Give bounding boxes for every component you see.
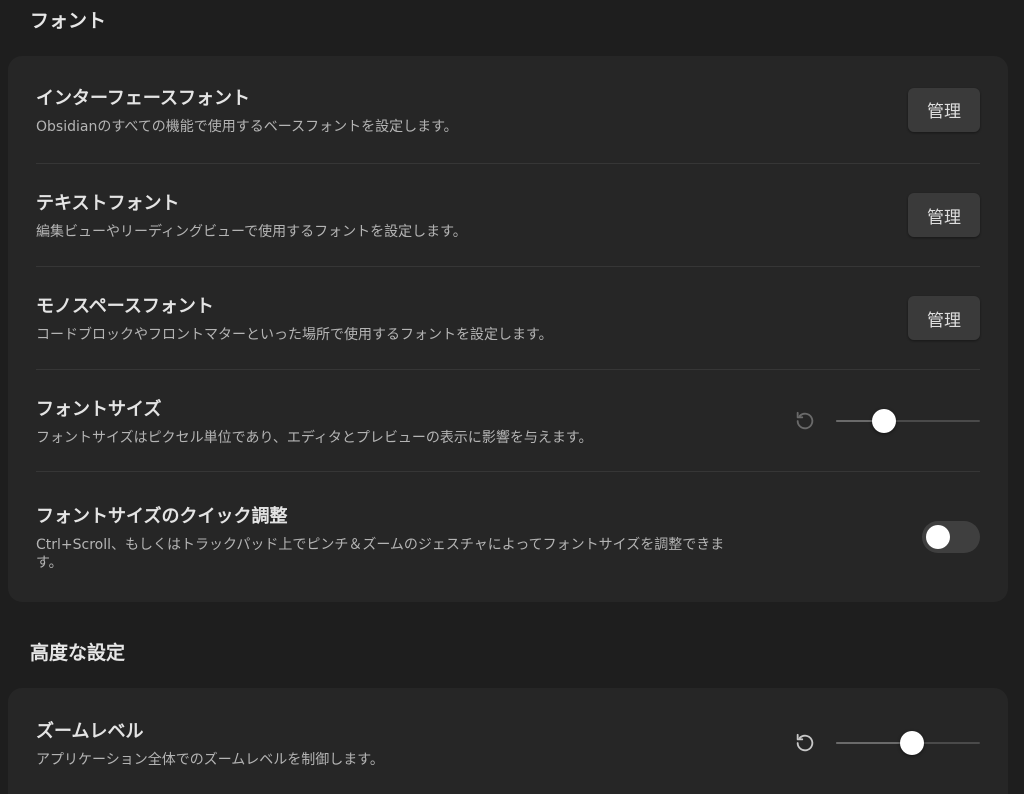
section-heading-advanced: 高度な設定 <box>30 642 126 664</box>
setting-description-line: す。 <box>36 555 63 571</box>
setting-description: フォントサイズはピクセル単位であり、エディタとプレビューの表示に影響を与えます。 <box>36 429 593 446</box>
setting-name: フォントサイズ <box>36 398 162 420</box>
setting-name: インターフェースフォント <box>36 87 251 109</box>
setting-text-font: テキストフォント 編集ビューやリーディングビューで使用するフォントを設定します。… <box>36 164 980 267</box>
slider-thumb[interactable] <box>900 731 925 755</box>
reset-icon[interactable] <box>792 408 818 434</box>
quick-font-size-toggle[interactable] <box>922 521 980 553</box>
slider-thumb[interactable] <box>871 408 896 433</box>
setting-interface-font: インターフェースフォント Obsidianのすべての機能で使用するベースフォント… <box>36 56 980 164</box>
setting-name: フォントサイズのクイック調整 <box>36 506 288 527</box>
toggle-knob <box>926 525 950 549</box>
setting-description-line: Ctrl+Scroll、もしくはトラックパッド上でピンチ＆ズームのジェスチャによ… <box>36 537 725 553</box>
setting-name: テキストフォント <box>36 193 180 214</box>
setting-name: モノスペースフォント <box>36 296 214 317</box>
setting-name: ズームレベル <box>36 721 144 742</box>
setting-description: コードブロックやフロントマターといった場所で使用するフォントを設定します。 <box>36 327 553 343</box>
setting-zoom-level: ズームレベル アプリケーション全体でのズームレベルを制御します。 <box>36 688 980 794</box>
setting-description: Ctrl+Scroll、もしくはトラックパッド上でピンチ＆ズームのジェスチャによ… <box>36 536 876 572</box>
zoom-level-slider[interactable] <box>836 730 980 756</box>
setting-monospace-font: モノスペースフォント コードブロックやフロントマターといった場所で使用するフォン… <box>36 267 980 370</box>
font-settings-card: インターフェースフォント Obsidianのすべての機能で使用するベースフォント… <box>8 56 1008 602</box>
settings-page: フォント インターフェースフォント Obsidianのすべての機能で使用するベー… <box>0 0 1024 794</box>
setting-description: 編集ビューやリーディングビューで使用するフォントを設定します。 <box>36 224 467 240</box>
manage-interface-font-button[interactable]: 管理 <box>908 87 980 132</box>
setting-description: Obsidianのすべての機能で使用するベースフォントを設定します。 <box>36 118 458 135</box>
setting-quick-font-size: フォントサイズのクイック調整 Ctrl+Scroll、もしくはトラックパッド上で… <box>36 472 980 602</box>
setting-description: アプリケーション全体でのズームレベルを制御します。 <box>36 752 384 768</box>
manage-text-font-button[interactable]: 管理 <box>908 193 980 237</box>
manage-monospace-font-button[interactable]: 管理 <box>908 296 980 340</box>
advanced-settings-card: ズームレベル アプリケーション全体でのズームレベルを制御します。 <box>8 688 1008 794</box>
setting-font-size: フォントサイズ フォントサイズはピクセル単位であり、エディタとプレビューの表示に… <box>36 370 980 472</box>
reset-icon[interactable] <box>792 730 818 756</box>
font-size-slider[interactable] <box>836 408 980 434</box>
section-heading-font: フォント <box>30 10 107 32</box>
